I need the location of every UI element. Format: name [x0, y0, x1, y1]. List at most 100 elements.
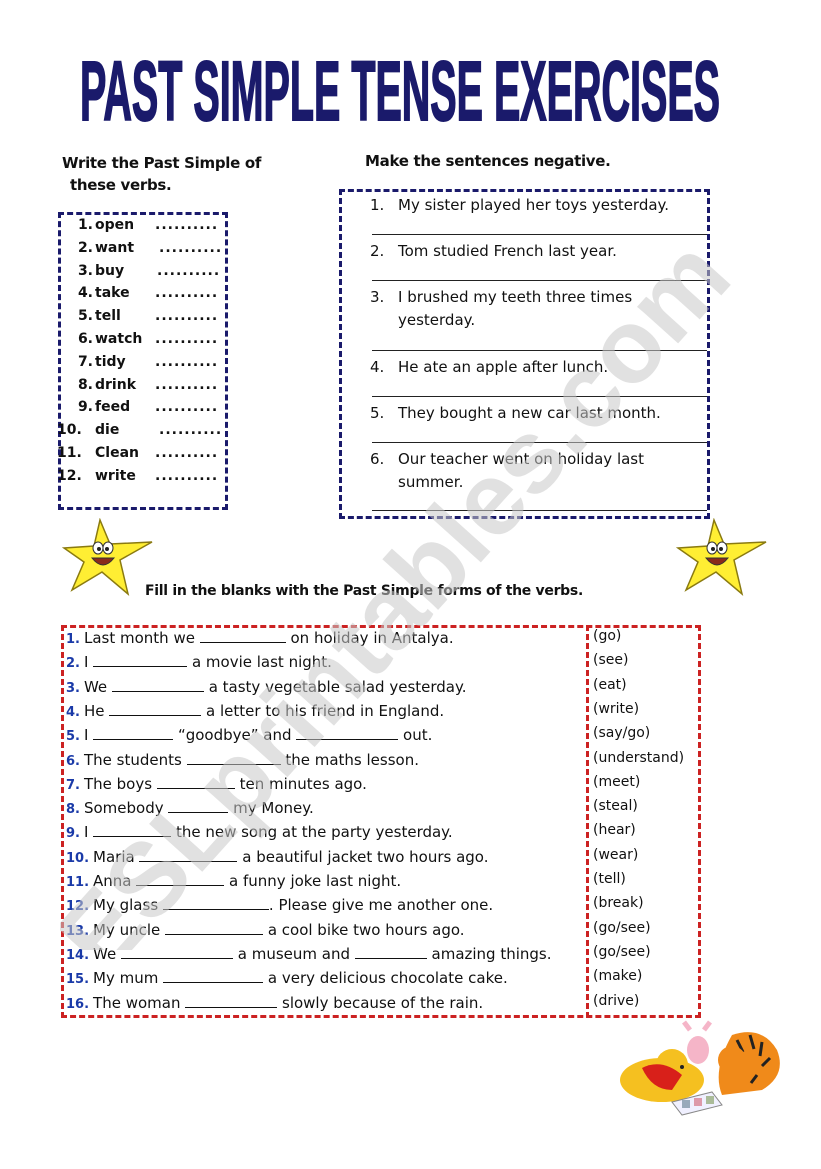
item-number: 4.: [66, 704, 80, 720]
item-number: 1.: [66, 632, 80, 647]
answer-blank[interactable]: [165, 920, 264, 935]
sentence-text: He ate an apple after lunch.: [398, 358, 609, 376]
answer-blank[interactable]: ..........: [155, 331, 218, 347]
sentence-fragment: The boys: [83, 774, 157, 793]
verb-number: 5.: [77, 308, 93, 325]
sentence-fragment: a cool bike two hours ago.: [263, 920, 465, 939]
answer-blank[interactable]: ..........: [155, 217, 218, 233]
answer-blank[interactable]: [296, 725, 399, 741]
sentence-fragment: my Money.: [228, 799, 314, 818]
answer-blank[interactable]: ..........: [155, 377, 218, 393]
worksheet-title: PAST SIMPLE TENSE EXERCISES: [78, 43, 723, 139]
verb-word: take: [95, 285, 130, 302]
answer-blank[interactable]: ..........: [155, 468, 218, 484]
sentence-fragment: The students: [83, 750, 187, 769]
answer-blank[interactable]: [93, 725, 174, 741]
fill-blank-row: 7. The boys ten minutes ago. (meet): [66, 774, 696, 798]
sentence-fragment: ten minutes ago.: [234, 774, 367, 793]
verb-number: 9.: [77, 399, 93, 416]
sentence-fragment: Maria: [93, 847, 140, 866]
fill-blank-row: 12. My glass . Please give me another one…: [66, 895, 696, 919]
verb-word: feed: [95, 399, 131, 416]
answer-blank[interactable]: [163, 968, 264, 984]
sentence-fragment: a letter to his friend in England.: [201, 701, 445, 720]
answer-blank[interactable]: [139, 847, 238, 862]
sentence-number: 3.: [370, 288, 385, 306]
item-number: 15.: [66, 972, 90, 988]
sentence-fragment: out.: [398, 726, 433, 745]
verb-row: 11. Clean..........: [57, 445, 225, 467]
answer-blank[interactable]: [168, 798, 229, 814]
answer-blank[interactable]: ..........: [155, 285, 218, 301]
fill-blank-row: 8. Somebody my Money. (steal): [66, 798, 696, 822]
item-number: 11.: [66, 875, 90, 890]
answer-blank[interactable]: ..........: [155, 445, 218, 461]
answer-blank[interactable]: ..........: [155, 308, 218, 324]
fill-blank-row: 3. We a tasty vegetable salad yesterday. (…: [66, 677, 696, 701]
exercise3-instruction: Fill in the blanks with the Past Simple …: [145, 583, 583, 599]
answer-blank[interactable]: [111, 677, 204, 692]
answer-blank[interactable]: [185, 993, 278, 1008]
verb-hint: (hear): [593, 822, 636, 839]
verb-word: tell: [95, 308, 121, 325]
answer-blank[interactable]: ..........: [159, 422, 222, 438]
verb-row: 6. watch..........: [61, 331, 225, 353]
verb-hint: (meet): [593, 773, 641, 790]
answer-blank[interactable]: ..........: [155, 399, 218, 415]
answer-blank[interactable]: [354, 944, 427, 959]
sentence-number: 2.: [370, 242, 385, 260]
answer-blank[interactable]: [93, 822, 172, 838]
verb-hint: (eat): [593, 676, 627, 693]
answer-line[interactable]: [372, 350, 707, 351]
verb-row: 9. feed..........: [61, 399, 225, 421]
answer-blank[interactable]: [156, 774, 235, 789]
verb-number: 6.: [77, 331, 93, 347]
verb-row: 12. write..........: [57, 468, 225, 490]
exercise1-instruction-line1: Write the Past Simple of: [62, 154, 262, 172]
answer-blank[interactable]: ..........: [159, 240, 222, 256]
verb-number: 1.: [77, 217, 93, 233]
sentence-fragment: . Please give me another one.: [268, 896, 494, 915]
verb-hint: (break): [593, 895, 644, 912]
sentence-fragment: I: [83, 653, 94, 672]
negative-sentence-item: 4. He ate an apple after lunch.: [370, 356, 690, 379]
sentence-fragment: amazing things.: [426, 944, 552, 963]
verb-row: 10. die..........: [57, 422, 225, 444]
answer-blank[interactable]: ..........: [157, 263, 220, 279]
verb-hint: (say/go): [593, 725, 651, 742]
sentence-fragment: the maths lesson.: [280, 750, 419, 769]
answer-line[interactable]: [372, 280, 707, 281]
answer-blank[interactable]: [109, 701, 202, 716]
answer-blank[interactable]: [93, 652, 188, 668]
item-number: 8.: [66, 802, 80, 818]
answer-line[interactable]: [372, 442, 707, 443]
item-number: 2.: [66, 656, 80, 672]
verb-number: 11.: [57, 445, 82, 461]
sentence-fragment: My mum: [93, 969, 164, 988]
answer-line[interactable]: [372, 234, 707, 235]
sentence-fragment: on holiday in Antalya.: [285, 629, 454, 647]
negative-sentence-item: 3. I brushed my teeth three times yesterd…: [370, 286, 690, 332]
item-number: 10.: [66, 850, 90, 866]
sentence-text: Our teacher went on holiday last summer.: [398, 450, 645, 491]
verb-word: drink: [95, 376, 137, 393]
verb-hint: (go): [593, 628, 622, 644]
verb-number: 3.: [77, 262, 93, 279]
verb-word: open: [95, 217, 135, 233]
verb-hint: (go/see): [593, 919, 651, 936]
answer-line[interactable]: [372, 510, 707, 511]
right-star-icon: [675, 517, 768, 598]
answer-blank[interactable]: [199, 628, 286, 643]
sentence-fragment: the new song at the party yesterday.: [171, 823, 453, 842]
sentence-fragment: The woman: [93, 993, 186, 1012]
answer-blank[interactable]: [162, 895, 269, 911]
answer-blank[interactable]: ..........: [155, 354, 218, 370]
answer-blank[interactable]: [186, 750, 281, 765]
verb-word: tidy: [95, 353, 126, 370]
sentence-fragment: a movie last night.: [187, 653, 332, 672]
answer-line[interactable]: [372, 396, 707, 397]
sentence-text: They bought a new car last month.: [398, 404, 661, 422]
answer-blank[interactable]: [120, 944, 233, 959]
answer-blank[interactable]: [136, 871, 225, 886]
sentence-fragment: We: [93, 944, 121, 963]
